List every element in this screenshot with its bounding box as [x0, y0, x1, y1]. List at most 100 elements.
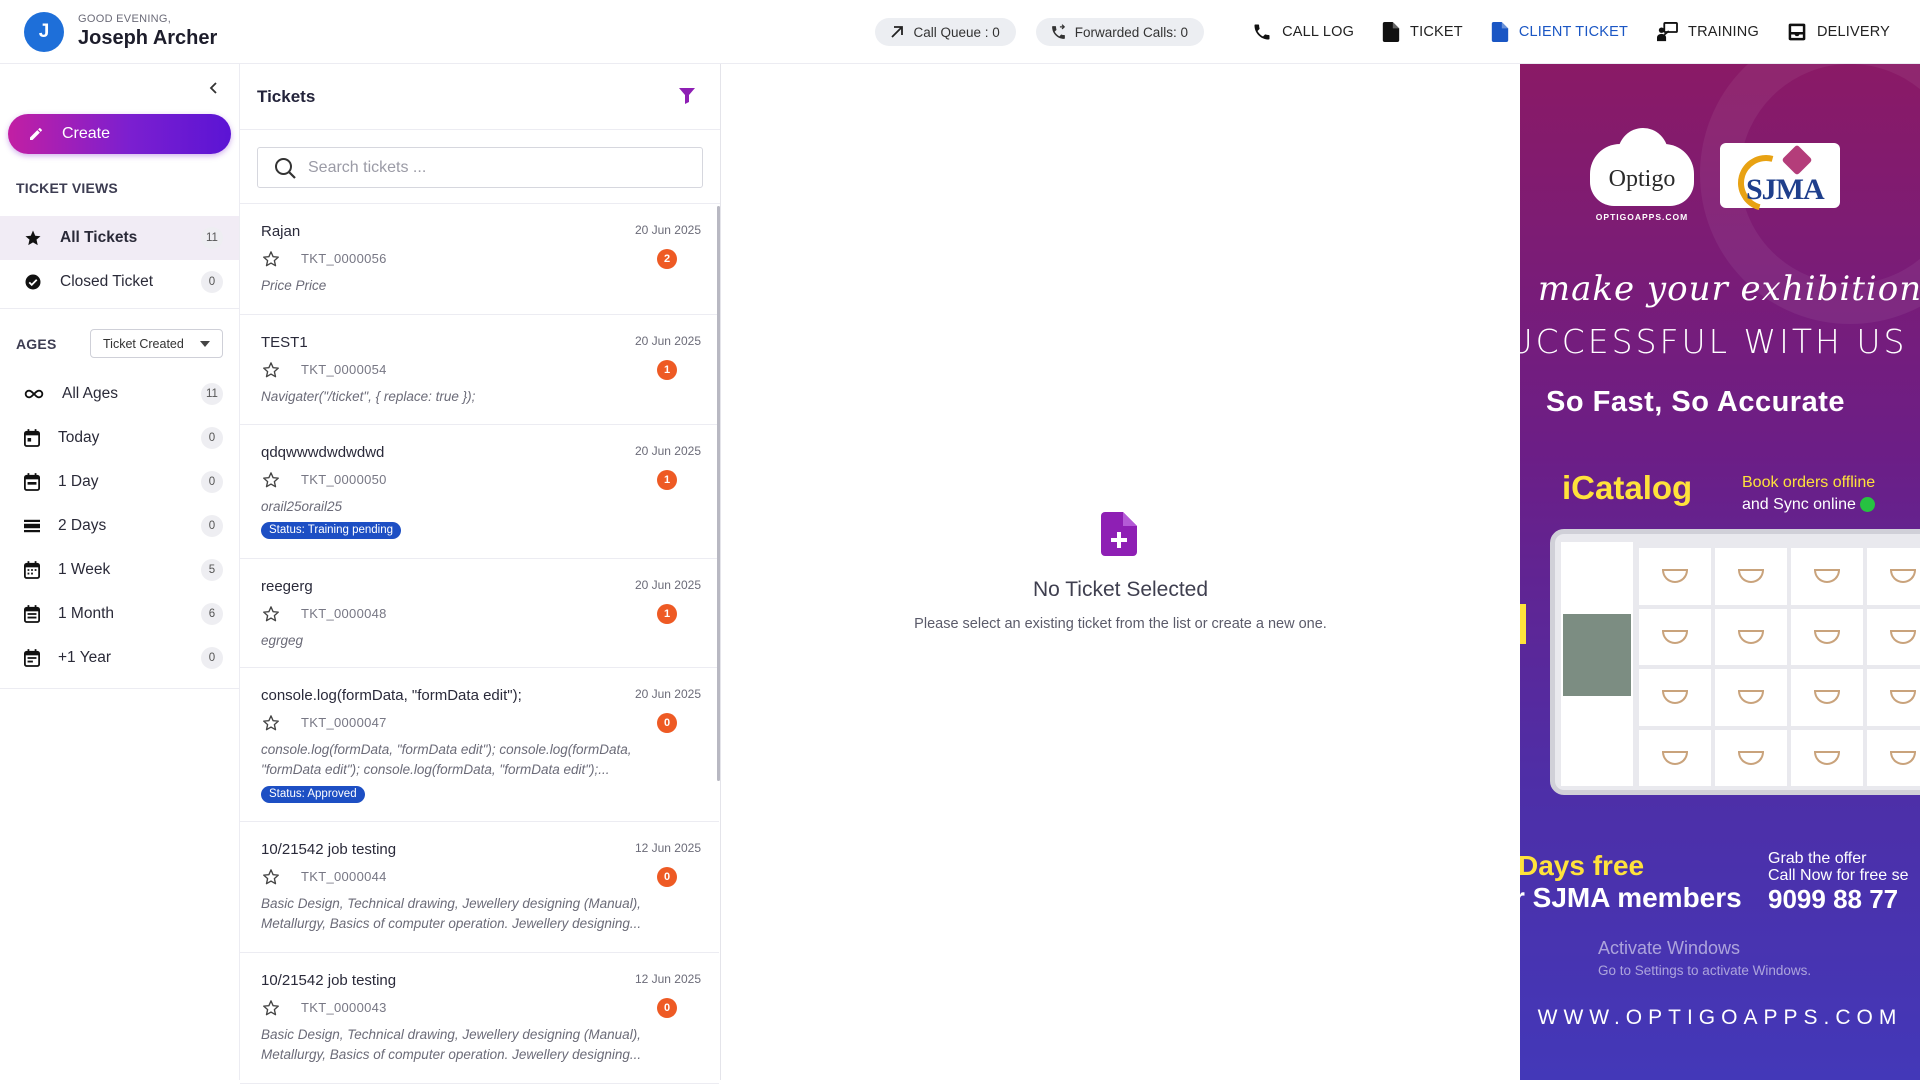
search-input[interactable] [308, 158, 688, 177]
divider [0, 308, 239, 309]
jewellery-item [1867, 548, 1920, 605]
view-all-tickets[interactable]: All Tickets 11 [0, 216, 239, 260]
star-outline-icon[interactable] [262, 714, 280, 732]
star-outline-icon[interactable] [262, 250, 280, 268]
age-2-days[interactable]: 2 Days 0 [0, 504, 239, 548]
promo-banner[interactable]: Optigo OPTIGOAPPS.COM SJMA make your exh… [1520, 64, 1920, 1080]
promo-members: r SJMA members [1520, 882, 1742, 913]
user-profile[interactable]: J GOOD EVENING, Joseph Archer [24, 11, 217, 52]
jewellery-item [1791, 729, 1863, 786]
view-label: Closed Ticket [60, 273, 154, 290]
ticket-row[interactable]: qdqwwwdwdwdwd 20 Jun 2025 TKT_0000050 1 … [240, 425, 719, 559]
collapse-sidebar-button[interactable] [206, 80, 222, 96]
ticket-row[interactable]: Rajan 20 Jun 2025 TKT_0000056 2 Price Pr… [240, 204, 719, 315]
training-icon [1657, 22, 1678, 42]
jewellery-item [1715, 548, 1787, 605]
create-button-label: Create [62, 125, 111, 142]
promo-book-text: Book orders offline and Sync online [1742, 472, 1875, 516]
promo-book-line-2: and Sync online [1742, 494, 1875, 516]
ticket-count-badge: 0 [657, 867, 677, 887]
infinity-icon [24, 389, 44, 399]
activate-windows-watermark: Activate Windows Go to Settings to activ… [1598, 938, 1811, 978]
jewellery-item [1791, 548, 1863, 605]
call-queue-label: Call Queue : 0 [913, 24, 1000, 40]
ticket-code: TKT_0000047 [301, 715, 387, 730]
nav-delivery[interactable]: DELIVERY [1787, 22, 1890, 42]
ticket-code: TKT_0000044 [301, 869, 387, 884]
view-label: All Tickets [60, 229, 138, 246]
optigo-logo-url: OPTIGOAPPS.COM [1595, 212, 1689, 222]
nav-training[interactable]: TRAINING [1656, 22, 1759, 42]
ages-filter-select[interactable]: Ticket Created [90, 329, 223, 358]
call-queue-pill[interactable]: Call Queue : 0 [875, 18, 1016, 46]
caret-down-icon [200, 341, 210, 347]
ticket-row[interactable]: TEST1 20 Jun 2025 TKT_0000054 1 Navigate… [240, 315, 719, 425]
nav-client-ticket[interactable]: CLIENT TICKET [1491, 22, 1628, 42]
age-label: 2 Days [58, 517, 107, 534]
ticket-date: 12 Jun 2025 [634, 972, 701, 986]
ticket-views-title: TICKET VIEWS [16, 180, 118, 196]
age-all[interactable]: All Ages 11 [0, 372, 239, 416]
ticket-description: orail25orail25 [261, 499, 343, 514]
ticket-row[interactable]: 10/21542 job testing 12 Jun 2025 TKT_000… [240, 822, 719, 953]
ticket-list-scrollbar[interactable] [717, 206, 720, 781]
age-1-week[interactable]: 1 Week 5 [0, 548, 239, 592]
add-document-icon [1101, 512, 1137, 556]
jewellery-item [1639, 669, 1711, 726]
whatsapp-icon [1859, 497, 1875, 513]
optigo-logo-text: Optigo [1608, 166, 1676, 192]
age-label: 1 Week [58, 561, 111, 578]
age-label: 1 Month [58, 605, 115, 622]
avatar[interactable]: J [24, 11, 64, 52]
status-badge: Status: Training pending [261, 522, 402, 539]
sjma-logo: SJMA [1720, 143, 1840, 222]
ticket-description: Basic Design, Technical drawing, Jewelle… [261, 1027, 642, 1062]
age-1-year[interactable]: +1 Year 0 [0, 636, 239, 680]
promo-tagline: So Fast, So Accurate [1546, 386, 1846, 418]
sjma-logo-text: SJMA [1746, 173, 1825, 206]
age-label: All Ages [62, 385, 119, 402]
age-1-day[interactable]: 1 Day 0 [0, 460, 239, 504]
search-box[interactable] [257, 147, 703, 188]
star-outline-icon[interactable] [262, 471, 280, 489]
filter-button[interactable] [679, 88, 695, 104]
star-outline-icon[interactable] [262, 868, 280, 886]
age-count-badge: 5 [201, 559, 223, 581]
ticket-description: Price Price [261, 278, 327, 293]
promo-book-line-2-text: and Sync online [1742, 496, 1856, 513]
ticket-date: 20 Jun 2025 [634, 334, 701, 348]
promo-headline-1: make your exhibition [1537, 269, 1920, 309]
nav-ticket[interactable]: TICKET [1382, 22, 1463, 42]
view-closed-ticket[interactable]: Closed Ticket 0 [0, 260, 239, 304]
nav-call-log[interactable]: CALL LOG [1252, 22, 1354, 42]
ticket-row[interactable]: reegerg 20 Jun 2025 TKT_0000048 1 egrgeg [240, 559, 719, 668]
nav-ticket-label: TICKET [1410, 24, 1463, 40]
promo-url: WWW.OPTIGOAPPS.COM [1537, 1006, 1903, 1029]
star-outline-icon[interactable] [262, 361, 280, 379]
star-outline-icon[interactable] [262, 999, 280, 1017]
greeting-text: GOOD EVENING, [78, 12, 172, 25]
document-icon [1491, 22, 1508, 42]
star-icon [25, 230, 41, 246]
calendar-view-day-icon [24, 519, 40, 533]
jewellery-item [1715, 608, 1787, 665]
ticket-list-title: Tickets [257, 87, 316, 106]
create-ticket-button[interactable]: Create [8, 114, 231, 154]
age-1-month[interactable]: 1 Month 6 [0, 592, 239, 636]
phone-forward-icon [1051, 23, 1065, 39]
forwarded-calls-pill[interactable]: Forwarded Calls: 0 [1035, 18, 1205, 46]
star-outline-icon[interactable] [262, 605, 280, 623]
ticket-row[interactable]: 10/21542 job testing 12 Jun 2025 TKT_000… [240, 953, 719, 1084]
activate-windows-subtitle: Go to Settings to activate Windows. [1598, 963, 1812, 978]
age-count-badge: 0 [201, 647, 223, 669]
ticket-name: qdqwwwdwdwdwd [261, 444, 385, 461]
ticket-count-badge: 1 [657, 470, 677, 490]
age-today[interactable]: Today 0 [0, 416, 239, 460]
age-count-badge: 0 [201, 471, 223, 493]
ticket-row[interactable]: console.log(formData, "formData edit"); … [240, 668, 719, 822]
ticket-code: TKT_0000043 [301, 1000, 387, 1015]
ticket-name: 10/21542 job testing [261, 972, 397, 989]
left-sidebar: Create TICKET VIEWS All Tickets 11 Close… [0, 64, 240, 1080]
ticket-date: 20 Jun 2025 [634, 578, 701, 592]
ticket-code: TKT_0000050 [301, 472, 387, 487]
